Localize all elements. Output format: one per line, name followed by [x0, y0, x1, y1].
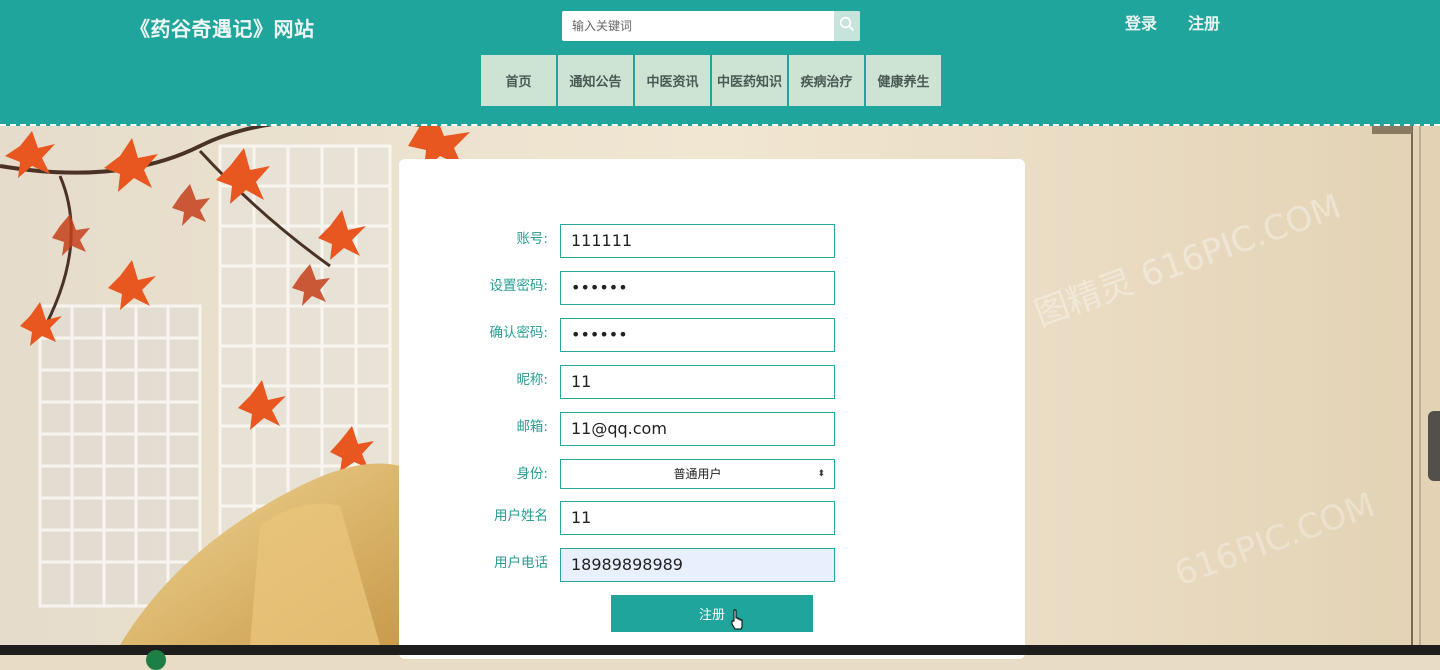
phone-label: 用户电话 — [494, 555, 548, 571]
role-label: 身份: — [516, 466, 548, 482]
register-form: 账号: 111111 设置密码: •••••• 确认密码: •••••• 昵称:… — [399, 159, 1025, 659]
account-label: 账号: — [516, 231, 548, 247]
search-icon — [839, 16, 855, 36]
confirm-password-input[interactable]: •••••• — [560, 318, 835, 352]
site-title[interactable]: 《药谷奇遇记》网站 — [130, 13, 315, 42]
role-select-value: 普通用户 — [673, 467, 722, 481]
hand-pointer-icon — [730, 609, 744, 635]
search-button[interactable] — [834, 11, 860, 41]
password-label: 设置密码: — [489, 278, 548, 294]
nav-item-home[interactable]: 首页 — [481, 55, 556, 106]
page-scroll-handle[interactable] — [1428, 411, 1440, 481]
nav-item-health[interactable]: 健康养生 — [866, 55, 941, 106]
role-select[interactable]: 普通用户 ⬍ — [560, 459, 835, 489]
nav-item-tcm-news[interactable]: 中医资讯 — [635, 55, 710, 106]
phone-input[interactable]: 18989898989 — [560, 548, 835, 582]
nav-item-tcm-knowledge[interactable]: 中医药知识 — [712, 55, 787, 106]
app-icon[interactable] — [146, 650, 166, 670]
confirm-password-label: 确认密码: — [489, 325, 548, 341]
realname-label: 用户姓名 — [494, 508, 548, 524]
select-arrows-icon: ⬍ — [817, 469, 825, 479]
register-submit-button[interactable]: 注册 — [611, 595, 813, 632]
os-taskbar — [0, 645, 1440, 670]
nav-item-disease-treatment[interactable]: 疾病治疗 — [789, 55, 864, 106]
search-input[interactable] — [562, 11, 834, 41]
nav-item-notices[interactable]: 通知公告 — [558, 55, 633, 106]
password-input[interactable]: •••••• — [560, 271, 835, 305]
account-input[interactable]: 111111 — [560, 224, 835, 258]
nickname-input[interactable]: 11 — [560, 365, 835, 399]
register-link[interactable]: 注册 — [1188, 10, 1220, 34]
nickname-label: 昵称: — [516, 372, 548, 388]
email-input[interactable]: 11@qq.com — [560, 412, 835, 446]
search-box — [562, 11, 860, 41]
login-link[interactable]: 登录 — [1125, 10, 1157, 34]
email-label: 邮箱: — [516, 419, 548, 435]
site-header: 《药谷奇遇记》网站 登录 注册 首页 通知公告 中医资讯 中医药知识 疾病治疗 … — [0, 0, 1440, 126]
main-nav: 首页 通知公告 中医资讯 中医药知识 疾病治疗 健康养生 — [481, 55, 943, 106]
realname-input[interactable]: 11 — [560, 501, 835, 535]
